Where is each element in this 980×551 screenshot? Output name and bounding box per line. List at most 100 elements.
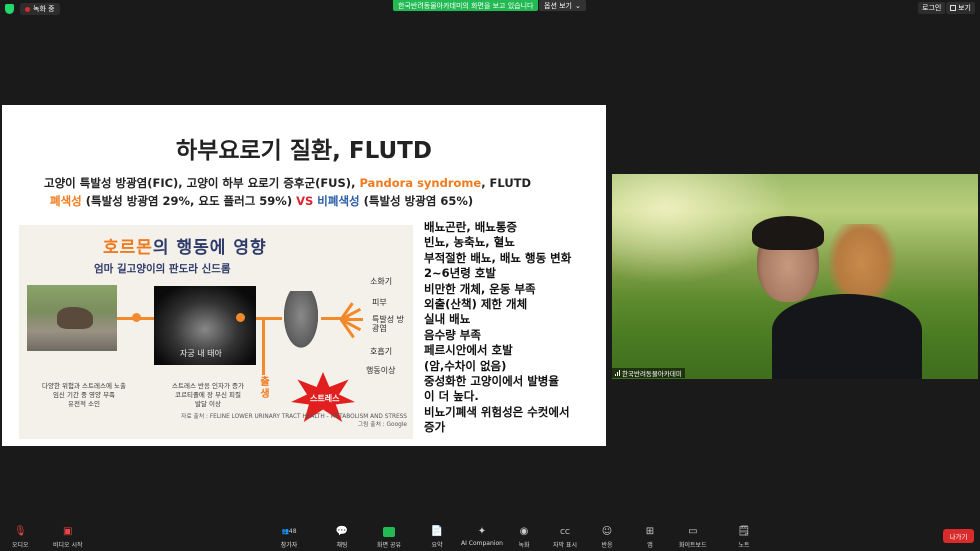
recording-label: 녹화 중 [33,5,55,13]
caption-middle: 스트레스 반응 인자가 증가 코르티졸에 장 부신 피질 발달 이상 [172,382,244,408]
summary-button[interactable]: 📄 요약 [431,526,443,549]
leave-button[interactable]: 나가기 [943,529,974,543]
symptom-item: 외출(산책) 제한 개체 [424,297,528,312]
label-behavior: 행동이상 [366,366,396,375]
label-digestive: 소화기 [370,277,393,286]
symptom-item: 증가 [424,420,446,435]
symptom-item: (암,수차이 없음) [424,358,507,373]
source-image: 그림 출처 : Google [357,422,407,428]
ai-companion-button[interactable]: ✦ AI Companion [461,526,503,547]
title-hormone: 호르몬 [103,238,153,258]
vs-label: VS [296,194,314,208]
share-screen-icon [383,526,395,537]
line1-suffix: , FLUTD [481,176,532,190]
symptom-item: 배뇨곤란, 배뇨통증 [424,220,518,234]
obstructive-detail: (특발성 방광염 29%, 요도 플러그 59%) [81,194,297,208]
notes-button[interactable]: 🗒 노트 [738,526,751,549]
participant-name-label: 한국반려동물아카데미 [612,368,685,378]
record-label: 녹화 [518,542,530,549]
title-rest: 의 행동에 영향 [152,238,267,258]
captions-button[interactable]: CC 자막 표시 [553,526,577,550]
symptom-item: 중성화한 고양이에서 발병율 [424,374,559,389]
record-dot-icon [25,6,30,12]
birth-stem [262,317,265,375]
audio-button[interactable]: 🎙 오디오 [12,526,29,549]
grid-icon [950,5,956,11]
recording-indicator[interactable]: 녹화 중 [20,3,60,15]
participants-label: 참가자 [280,542,298,549]
nonobstructive-label: 비폐색성 [313,194,360,208]
source-data: 자료 출처 : FELINE LOWER URINARY TRACT HEALT… [181,414,407,420]
label-skin: 피부 [372,298,387,307]
connector-dot [236,313,245,322]
view-button[interactable]: 보기 [946,2,975,14]
slide-line-1: 고양이 특발성 방광염(FIC), 고양이 하부 요로기 증후군(FUS), P… [44,175,531,191]
symptom-item: 페르시안에서 호발 [424,343,513,358]
zoom-meeting-window: 녹화 중 한국반려동물아카데미의 화면을 보고 있습니다 옵션 보기 ⌄ 로그인… [0,0,980,551]
ultrasound-label: 자궁 내 태아 [180,349,222,358]
label-respiratory: 호흡기 [370,347,393,356]
summary-label: 요약 [431,542,443,549]
shield-icon[interactable] [5,4,14,14]
pandora-highlight: Pandora syndrome [359,176,482,190]
microphone-muted-icon: 🎙 [13,526,27,537]
captions-label: 자막 표시 [553,542,577,549]
chat-button[interactable]: 💬 채팅 [336,526,348,549]
participants-button[interactable]: 👥 48 참가자 [279,526,299,549]
symptom-item: 2~6년령 호발 [424,266,496,281]
participant-name: 한국반려동물아카데미 [622,370,682,378]
apps-label: 앱 [647,542,653,549]
stress-label: 스트레스 [310,394,340,403]
caption-left: 다양한 위험과 스트레스에 노출 임신 기간 중 영양 부족 유전적 소인 [42,382,126,408]
slide-line-2: 폐색성 (특발성 방광염 29%, 요도 플러그 59%) VS 비폐색성 (특… [50,193,473,209]
slide-title: 하부요로기 질환, FLUTD [176,138,432,164]
summary-icon: 📄 [430,526,444,537]
top-bar: 녹화 중 한국반려동물아카데미의 화면을 보고 있습니다 옵션 보기 ⌄ 로그인… [0,0,980,18]
reactions-label: 반응 [601,542,613,549]
birth-label: 출생 [260,377,270,400]
notes-label: 노트 [738,542,750,549]
cc-icon: CC [560,527,570,536]
street-cat-photo [27,285,117,351]
symptom-item: 음수량 부족 [424,327,481,342]
speaker-hair [752,216,824,250]
video-button[interactable]: ▣ 비디오 시작 [53,526,83,549]
share-screen-button[interactable]: 화면 공유 [377,526,401,549]
view-options-button[interactable]: 옵션 보기 ⌄ [539,0,586,11]
reactions-button[interactable]: ☺ 반응 [601,526,613,549]
speaker-body [772,294,922,379]
line1-text: 고양이 특발성 방광염(FIC), 고양이 하부 요로기 증후군(FUS), [44,176,360,190]
participant-video-tile[interactable]: 한국반려동물아카데미 [612,174,978,379]
participant-count: 48 [288,528,297,535]
sparkle-icon: ✦ [477,526,487,537]
connector-dot [132,313,141,322]
apps-icon: ⊞ [645,526,655,537]
infographic-subtitle: 엄마 길고양이의 판도라 신드롬 [94,263,231,275]
infographic-title: 호르몬의 행동에 영향 [103,233,267,258]
connector-line [256,317,282,320]
apps-button[interactable]: ⊞ 앱 [644,526,656,549]
chevron-down-icon: ⌄ [575,1,581,10]
share-banner: 한국반려동물아카데미의 화면을 보고 있습니다 [393,0,539,11]
hormone-infographic: 호르몬의 행동에 영향 엄마 길고양이의 판도라 신드롬 자궁 내 태아 출생 … [19,225,413,439]
whiteboard-icon: ▭ [688,526,698,537]
login-button[interactable]: 로그인 [918,2,946,14]
symptom-item: 부적절한 배뇨, 배뇨 행동 변화 [424,250,572,265]
signal-strength-icon [615,370,620,376]
view-label: 보기 [958,4,971,12]
symptom-item: 비만한 개체, 운동 부족 [424,281,536,296]
whiteboard-label: 화이트보드 [679,542,707,549]
whiteboard-button[interactable]: ▭ 화이트보드 [679,526,707,549]
shared-screen-slide: 하부요로기 질환, FLUTD 고양이 특발성 방광염(FIC), 고양이 하부… [2,105,606,446]
record-button[interactable]: ◉ 녹화 [518,526,530,549]
participants-icon: 👥 48 [281,528,297,535]
symptom-item: 빈뇨, 농축뇨, 혈뇨 [424,235,515,250]
nonobstructive-detail: (특발성 방광염 65%) [359,194,474,208]
symptom-item: 실내 배뇨 [424,312,471,327]
symptom-item: 이 더 높다. [424,389,479,404]
view-options-label: 옵션 보기 [544,1,572,10]
symptom-list: 배뇨곤란, 배뇨통증 빈뇨, 농축뇨, 혈뇨 부적절한 배뇨, 배뇨 행동 변화 2~… [424,220,604,436]
video-off-icon: ▣ [63,526,73,537]
source-note: 자료 출처 : FELINE LOWER URINARY TRACT HEALT… [181,413,407,429]
chat-label: 채팅 [336,542,348,549]
